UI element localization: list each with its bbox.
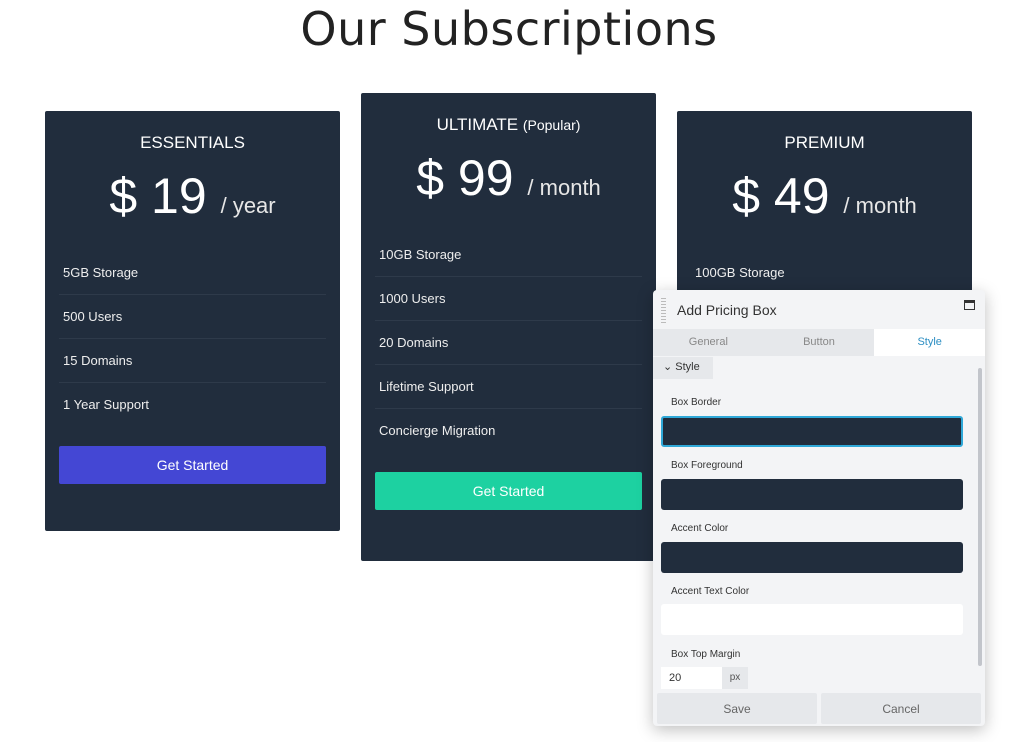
- feature: 20 Domains: [375, 321, 642, 365]
- feature: Lifetime Support: [375, 365, 642, 409]
- get-started-button[interactable]: Get Started: [375, 472, 642, 510]
- plan-essentials: ESSENTIALS $ 19 / year 5GB Storage 500 U…: [45, 111, 340, 531]
- field-label: Box Top Margin: [671, 649, 741, 660]
- accent-color[interactable]: [661, 542, 963, 573]
- feature: 1 Year Support: [63, 397, 150, 412]
- save-button[interactable]: Save: [657, 693, 817, 724]
- scrollbar[interactable]: [978, 368, 982, 666]
- unit-label: px: [722, 667, 748, 689]
- add-pricing-box-dialog: Add Pricing Box General Button Style ⌄ S…: [653, 290, 986, 726]
- section-toggle-style[interactable]: ⌄ Style: [653, 357, 713, 379]
- page-title: Our Subscriptions: [300, 2, 718, 56]
- accent-text-color[interactable]: [661, 604, 963, 635]
- plan-premium: PREMIUM $ 49 / month 100GB Storage: [677, 111, 972, 311]
- field-label: Accent Text Color: [671, 586, 750, 597]
- feature: 100GB Storage: [695, 265, 785, 280]
- plan-name: PREMIUM: [784, 133, 865, 152]
- dialog-title: Add Pricing Box: [677, 302, 777, 318]
- plan-price: $ 19 / year: [109, 168, 276, 224]
- field-label: Accent Color: [671, 523, 729, 534]
- maximize-icon[interactable]: [964, 300, 975, 310]
- cancel-button[interactable]: Cancel: [821, 693, 981, 724]
- get-started-button[interactable]: Get Started: [59, 446, 326, 484]
- plan-ultimate: ULTIMATE (Popular) $ 99 / month 10GB Sto…: [361, 93, 656, 561]
- box-border-color[interactable]: [661, 416, 963, 447]
- feature: 10GB Storage: [375, 233, 642, 277]
- box-top-margin-input[interactable]: 20: [661, 667, 722, 689]
- feature: 15 Domains: [59, 339, 326, 383]
- plan-name: ESSENTIALS: [140, 133, 245, 152]
- plan-price: $ 99 / month: [416, 150, 601, 206]
- feature: Concierge Migration: [379, 423, 496, 438]
- feature: 1000 Users: [375, 277, 642, 321]
- field-label: Box Border: [671, 397, 722, 408]
- tab-style[interactable]: Style: [874, 329, 986, 356]
- drag-handle[interactable]: [661, 298, 666, 324]
- plan-price: $ 49 / month: [732, 168, 917, 224]
- box-foreground-color[interactable]: [661, 479, 963, 510]
- feature: 5GB Storage: [59, 251, 326, 295]
- feature: 500 Users: [59, 295, 326, 339]
- field-label: Box Foreground: [671, 460, 743, 471]
- tab-general[interactable]: General: [653, 329, 764, 356]
- tab-button[interactable]: Button: [764, 329, 875, 356]
- plan-name: ULTIMATE (Popular): [436, 115, 581, 134]
- chevron-down-icon: ⌄: [663, 361, 673, 373]
